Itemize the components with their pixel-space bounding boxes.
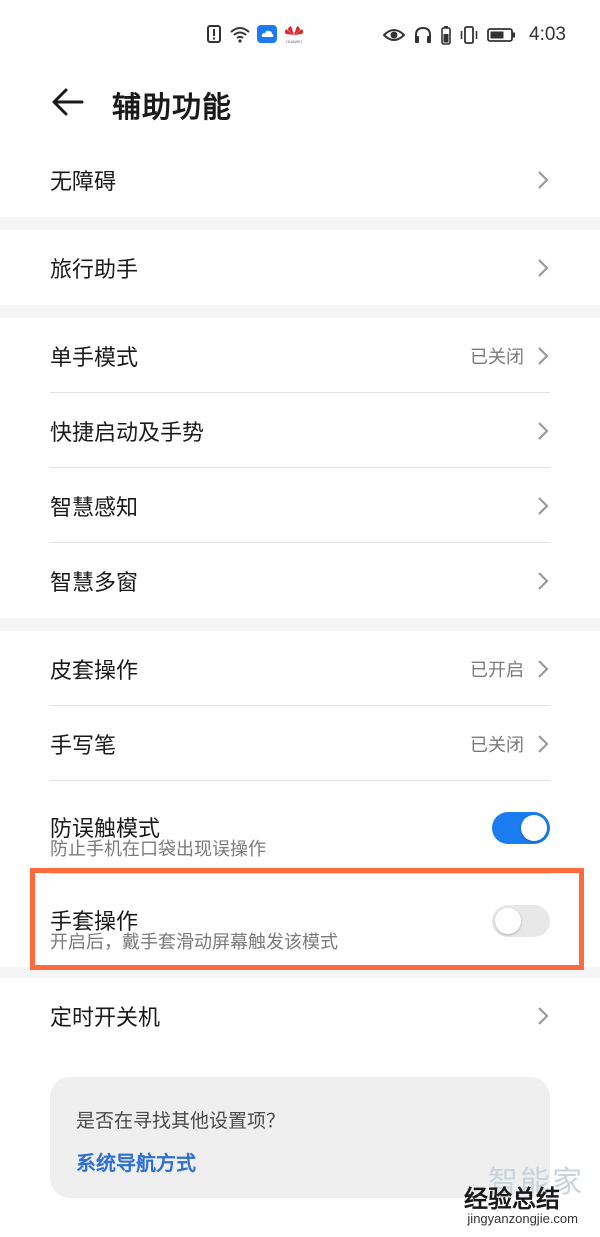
chevron-right-icon	[538, 496, 549, 515]
row-label: 定时开关机	[50, 1005, 161, 1031]
watermark-url: jingyanzongjie.com	[467, 1211, 578, 1226]
alert-icon	[207, 25, 221, 43]
row-status: 已关闭	[470, 734, 524, 756]
battery-saver-icon	[441, 26, 451, 45]
row-accessibility[interactable]: 无障碍	[50, 142, 550, 217]
chevron-right-icon	[538, 734, 549, 753]
vibrate-icon	[460, 26, 478, 44]
page-title: 辅助功能	[112, 90, 233, 124]
row-label: 快捷启动及手势	[50, 420, 205, 446]
toggle-knob	[495, 907, 521, 934]
row-smart-sensing[interactable]: 智慧感知	[50, 468, 550, 543]
chevron-right-icon	[538, 421, 549, 440]
chevron-right-icon	[538, 571, 549, 590]
svg-text:HUAWEI: HUAWEI	[286, 39, 302, 44]
row-accidental-touch: 防误触模式 防止手机在口袋出现误操作	[50, 781, 550, 874]
eye-icon	[383, 29, 406, 41]
row-stylus[interactable]: 手写笔 已关闭	[50, 706, 550, 781]
status-bar-left-icons: HUAWEI	[205, 24, 305, 44]
row-label: 无障碍	[50, 169, 117, 195]
toggle-knob	[521, 814, 547, 841]
status-time: 4:03	[529, 24, 566, 45]
chevron-right-icon	[538, 258, 549, 277]
row-subtitle: 防止手机在口袋出现误操作	[50, 839, 266, 860]
row-travel-assistant[interactable]: 旅行助手	[50, 230, 550, 305]
settings-group-gestures: 单手模式 已关闭 快捷启动及手势 智慧感知 智慧多窗	[0, 318, 600, 618]
header: 辅助功能	[0, 70, 600, 142]
row-flip-cover[interactable]: 皮套操作 已开启	[50, 631, 550, 706]
accidental-touch-toggle[interactable]	[492, 811, 550, 844]
suggestion-link-navigation[interactable]: 系统导航方式	[76, 1147, 196, 1176]
settings-group-protection: 皮套操作 已开启 手写笔 已关闭 防误触模式 防止手机在口袋出现误操作 手套操作…	[0, 631, 600, 967]
headphones-icon	[415, 26, 432, 43]
row-label: 智慧感知	[50, 495, 139, 521]
row-label: 皮套操作	[50, 658, 139, 684]
glove-mode-toggle[interactable]	[492, 904, 550, 937]
row-label: 旅行助手	[50, 257, 139, 283]
row-scheduled-power[interactable]: 定时开关机	[50, 978, 550, 1053]
status-bar-right-icons: 4:03	[383, 24, 566, 46]
suggestion-question: 是否在寻找其他设置项？	[76, 1110, 286, 1132]
chevron-right-icon	[538, 1006, 549, 1025]
huawei-logo-icon: HUAWEI	[285, 26, 303, 44]
settings-group-travel: 旅行助手	[0, 230, 600, 305]
chevron-right-icon	[538, 659, 549, 678]
row-quick-launch-gestures[interactable]: 快捷启动及手势	[50, 393, 550, 468]
cloud-icon	[257, 25, 277, 43]
wifi-icon	[230, 27, 250, 43]
battery-icon	[487, 28, 516, 42]
row-subtitle: 开启后，戴手套滑动屏幕触发该模式	[50, 932, 338, 953]
row-label: 手写笔	[50, 733, 117, 759]
chevron-right-icon	[538, 170, 549, 189]
row-one-hand-mode[interactable]: 单手模式 已关闭	[50, 318, 550, 393]
row-label: 智慧多窗	[50, 570, 139, 596]
row-glove-mode: 手套操作 开启后，戴手套滑动屏幕触发该模式	[50, 874, 550, 967]
row-label: 单手模式	[50, 345, 139, 371]
watermark-mid: 经验总结	[464, 1185, 560, 1213]
back-arrow-icon[interactable]	[50, 84, 86, 120]
status-bar: HUAWEI 4:03	[0, 0, 600, 70]
watermark: 智能家 经验总结 jingyanzongjie.com	[440, 1157, 590, 1227]
row-smart-multiwindow[interactable]: 智慧多窗	[50, 543, 550, 618]
settings-group-accessibility: 无障碍	[0, 142, 600, 217]
row-status: 已关闭	[470, 346, 524, 368]
row-status: 已开启	[470, 659, 524, 681]
chevron-right-icon	[538, 346, 549, 365]
